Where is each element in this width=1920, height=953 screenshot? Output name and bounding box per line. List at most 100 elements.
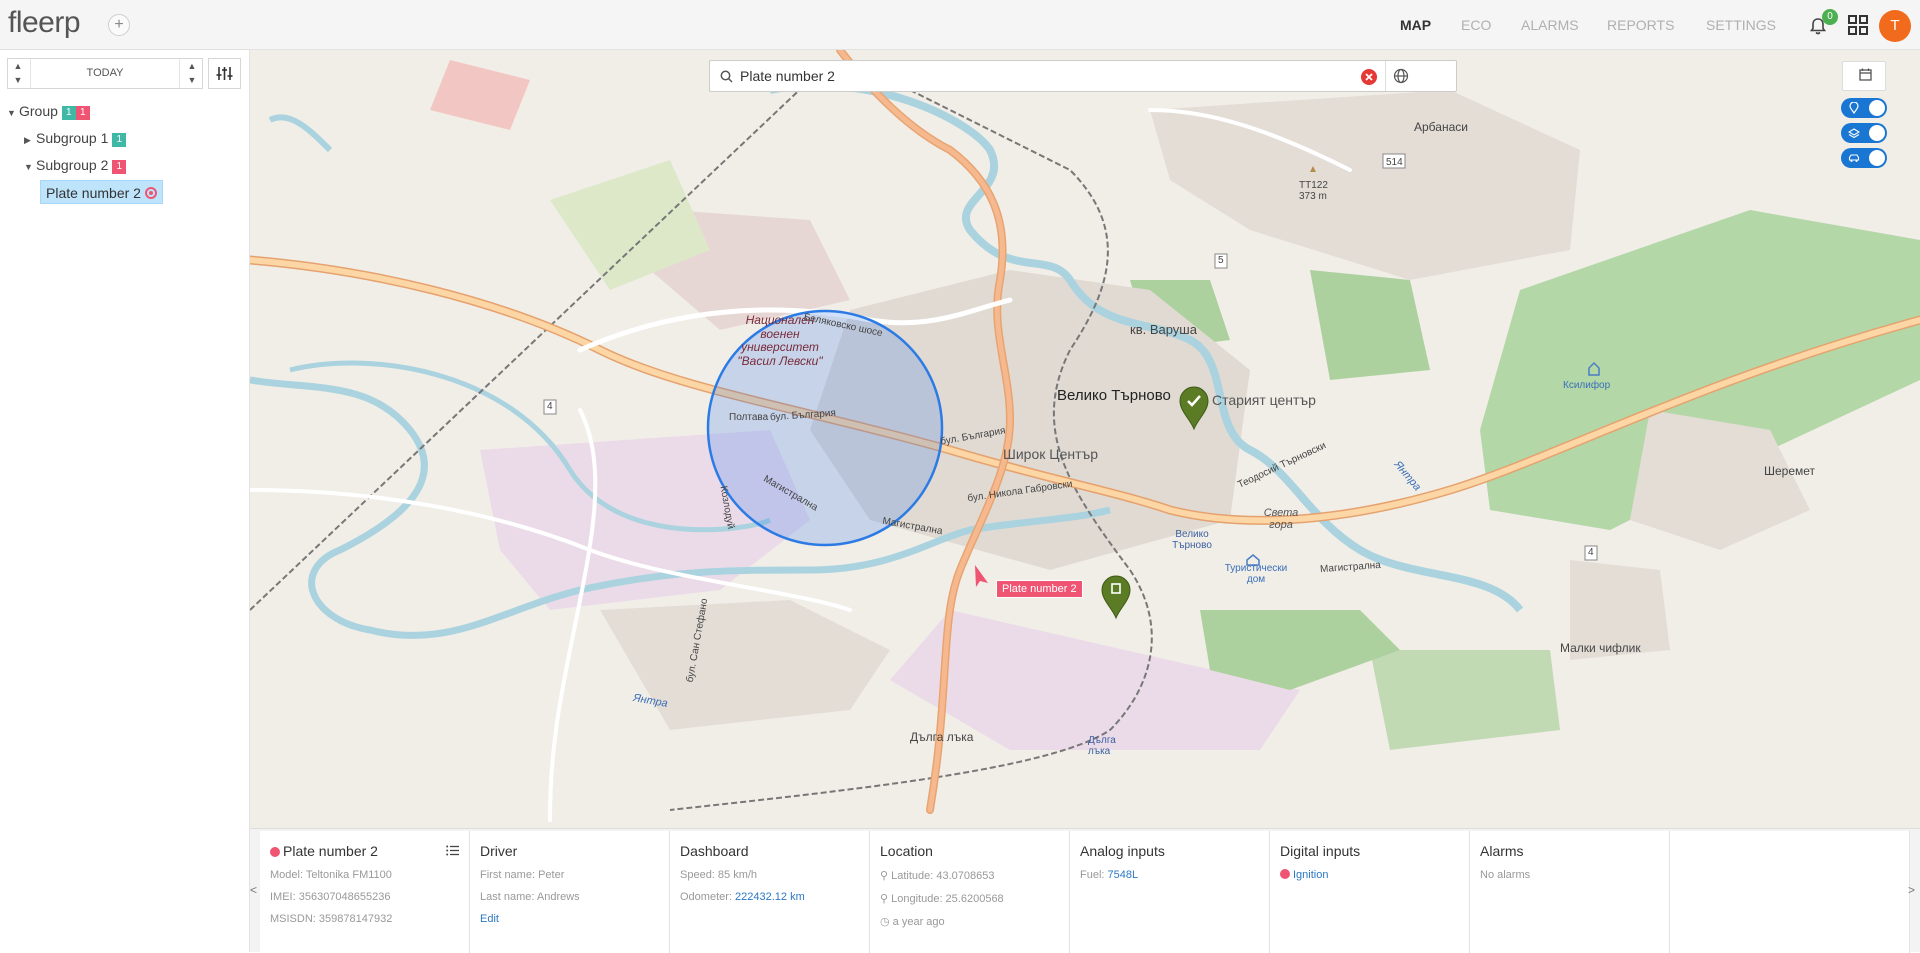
toggle-knob	[1869, 100, 1885, 116]
toggle-knob	[1869, 150, 1885, 166]
city-label: Велико Търново	[1057, 387, 1171, 404]
fuel-label: Fuel:	[1080, 869, 1105, 881]
map-search-bar	[709, 60, 1457, 92]
nav-map[interactable]: MAP	[1400, 17, 1431, 33]
sidebar: ▲ ▼ TODAY ▲ ▼ ▼ Group 11 ▶ Subgroup 1 1 ▼ S…	[0, 50, 250, 952]
map-pin-icon: ⚲	[880, 870, 889, 882]
digital-title: Digital inputs	[1280, 843, 1361, 859]
app-logo[interactable]: fleerp	[8, 6, 81, 40]
chevron-up-icon[interactable]: ▲	[182, 59, 202, 73]
date-label[interactable]: TODAY	[30, 59, 180, 88]
malki-label: Малки чифлик	[1560, 641, 1641, 655]
vehicle-marker-moving-icon[interactable]	[1101, 575, 1131, 620]
search-input[interactable]	[740, 66, 1380, 86]
nav-reports[interactable]: REPORTS	[1607, 17, 1674, 33]
ignition-status-dot	[1280, 869, 1290, 879]
calendar-icon	[1859, 68, 1872, 81]
location-card: Location ⚲ Latitude: 43.0708653 ⚲ Longit…	[870, 831, 1070, 953]
calendar-button[interactable]	[1842, 61, 1886, 91]
ignition-link[interactable]: Ignition	[1293, 869, 1328, 881]
subgroup-1-label[interactable]: Subgroup 1	[36, 130, 108, 146]
location-pin-icon	[1849, 102, 1859, 114]
geofence-toggle[interactable]	[1841, 98, 1887, 118]
tree-vehicle-item[interactable]: Plate number 2	[40, 180, 163, 204]
peak-altitude-label: 373 m	[1299, 191, 1327, 202]
map-pin-icon: ⚲	[880, 893, 889, 905]
nav-alarms[interactable]: ALARMS	[1521, 17, 1579, 33]
odometer-link[interactable]: 222432.12 km	[735, 891, 805, 903]
chevron-up-icon[interactable]: ▲	[8, 59, 28, 73]
tourist-hut-label: Туристически дом	[1224, 563, 1288, 585]
date-next-stepper[interactable]: ▲ ▼	[182, 59, 202, 88]
list-icon[interactable]	[446, 845, 459, 856]
alarms-card: Alarms No alarms	[1470, 831, 1670, 953]
poi-toggle[interactable]	[1841, 123, 1887, 143]
car-icon	[1848, 154, 1860, 162]
driver-title: Driver	[480, 843, 518, 859]
analog-title: Analog inputs	[1080, 843, 1165, 859]
caret-down-icon[interactable]: ▼	[24, 157, 36, 177]
vehicle-label[interactable]: Plate number 2	[46, 185, 141, 201]
vehicle-imei: IMEI: 356307048655236	[270, 891, 391, 903]
location-title: Location	[880, 843, 933, 859]
globe-icon	[1393, 68, 1409, 84]
last-update-value: a year ago	[892, 916, 945, 928]
caret-right-icon[interactable]: ▶	[24, 130, 36, 150]
shirok-label: Широк Център	[1003, 446, 1099, 462]
dashboard-title: Dashboard	[680, 843, 749, 859]
globe-button[interactable]	[1385, 61, 1415, 91]
chevron-down-icon[interactable]: ▼	[182, 73, 202, 87]
arbanasi-label: Арбанаси	[1414, 120, 1468, 134]
clear-search-button[interactable]	[1361, 69, 1377, 85]
offline-count-badge: 1	[75, 106, 90, 120]
map-view[interactable]: 514 4 4 5 Арбанаси Шеремет Малки чифлик …	[250, 50, 1920, 828]
details-panel: < Plate number 2 Model: Teltonika FM1100…	[250, 828, 1920, 953]
date-prev-stepper[interactable]: ▲ ▼	[8, 59, 28, 88]
dalga-label: Дълга лъка	[910, 730, 974, 744]
add-button[interactable]: +	[108, 14, 130, 36]
vehicles-toggle[interactable]	[1841, 148, 1887, 168]
nav-eco[interactable]: ECO	[1461, 17, 1491, 33]
dalga-station-label: Дълга лъка	[1088, 735, 1116, 757]
offline-count-badge: 1	[112, 160, 127, 174]
station-label: Велико Търново	[1172, 529, 1212, 551]
vehicle-card: Plate number 2 Model: Teltonika FM1100 I…	[260, 831, 470, 953]
chevron-down-icon[interactable]: ▼	[8, 73, 28, 87]
toggle-knob	[1869, 125, 1885, 141]
digital-inputs-card: Digital inputs Ignition	[1270, 831, 1470, 953]
fuel-link[interactable]: 7548L	[1108, 869, 1139, 881]
vehicle-tooltip: Plate number 2	[996, 580, 1083, 598]
tree-group[interactable]: ▼ Group 11	[7, 101, 90, 121]
tree-subgroup-2[interactable]: ▼ Subgroup 2 1	[24, 155, 127, 177]
online-count-badge: 1	[112, 133, 127, 147]
vehicle-model: Model: Teltonika FM1100	[270, 869, 392, 881]
date-picker[interactable]: ▲ ▼ TODAY ▲ ▼	[7, 58, 203, 89]
nav-settings[interactable]: SETTINGS	[1706, 17, 1776, 33]
group-label[interactable]: Group	[19, 103, 58, 119]
sheremetya-label: Шеремет	[1764, 464, 1816, 478]
map-canvas[interactable]	[250, 50, 1920, 828]
sliders-icon	[216, 67, 233, 80]
driver-last-name: Last name: Andrews	[480, 891, 580, 903]
odometer-label: Odometer:	[680, 891, 732, 903]
tree-subgroup-1[interactable]: ▶ Subgroup 1 1	[24, 128, 127, 150]
chevron-right-icon[interactable]: >	[1908, 883, 1918, 897]
apps-grid-icon[interactable]	[1848, 15, 1868, 35]
longitude-value: Longitude: 25.6200568	[891, 893, 1004, 905]
chevron-left-icon[interactable]: <	[250, 883, 260, 897]
locate-target-icon[interactable]	[144, 187, 157, 199]
road-514-label: 514	[1386, 157, 1403, 168]
user-avatar[interactable]: T	[1879, 10, 1911, 42]
caret-down-icon[interactable]: ▼	[7, 103, 19, 123]
top-bar: fleerp + MAP ECO ALARMS REPORTS SETTINGS…	[0, 0, 1920, 50]
vehicle-direction-arrow-icon	[975, 565, 988, 587]
notification-count-badge: 0	[1822, 9, 1838, 25]
road-4-label: 4	[1588, 547, 1594, 558]
alarms-text: No alarms	[1480, 869, 1531, 881]
driver-edit-link[interactable]: Edit	[480, 913, 499, 925]
search-icon	[720, 70, 733, 83]
vehicle-msisdn: MSISDN: 359878147932	[270, 913, 393, 925]
subgroup-2-label[interactable]: Subgroup 2	[36, 157, 108, 173]
filter-settings-button[interactable]	[208, 58, 241, 89]
latitude-value: Latitude: 43.0708653	[891, 870, 995, 882]
